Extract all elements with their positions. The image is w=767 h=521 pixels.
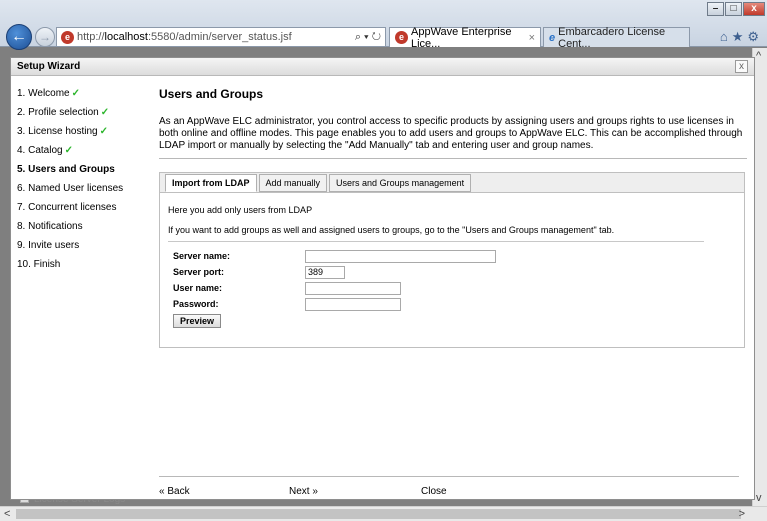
next-link[interactable]: Next » <box>289 486 318 497</box>
maximize-button[interactable]: □ <box>725 2 742 16</box>
wizard-step[interactable]: 8. Notifications <box>17 217 147 236</box>
back-link[interactable]: « Back <box>159 486 190 497</box>
check-icon: ✓ <box>64 145 73 156</box>
footer-divider <box>159 476 739 477</box>
server-port-row: Server port: 389 <box>173 264 736 280</box>
scroll-left-icon[interactable]: < <box>4 508 10 520</box>
check-icon: ✓ <box>99 126 109 137</box>
dialog-titlebar: Setup Wizard x <box>11 58 754 76</box>
scroll-down-icon[interactable]: v <box>756 492 762 504</box>
tab-label: AppWave Enterprise Lice... <box>411 25 512 50</box>
tab-label: Embarcadero License Cent... <box>558 25 666 50</box>
step-label: 5. Users and Groups <box>17 164 115 175</box>
browser-chrome: – □ x ← → e http://localhost:5580/admin/… <box>0 0 767 50</box>
wizard-step[interactable]: 1. Welcome ✓ <box>17 84 147 103</box>
tab-add-manually[interactable]: Add manually <box>258 174 328 192</box>
ldap-tip: Here you add only users from LDAP <box>168 205 313 215</box>
check-icon: ✓ <box>71 88 81 99</box>
url-path: :5580/admin/server_status.jsf <box>147 31 292 43</box>
site-icon: e <box>61 30 74 44</box>
step-label: 9. Invite users <box>17 240 80 251</box>
step-label: 7. Concurrent licenses <box>17 202 117 213</box>
address-tools[interactable]: ⌕ ▾ ↻ <box>355 31 381 44</box>
user-name-input[interactable] <box>305 281 401 295</box>
close-link[interactable]: Close <box>421 486 447 497</box>
server-port-label: Server port: <box>173 267 225 277</box>
tabs-panel: Import from LDAP Add manually Users and … <box>159 172 745 348</box>
page-title: Users and Groups <box>159 87 264 101</box>
user-name-row: User name: <box>173 280 736 296</box>
password-input[interactable] <box>305 297 401 311</box>
wizard-step[interactable]: 3. License hosting ✓ <box>17 122 147 141</box>
groups-tip: If you want to add groups as well and as… <box>168 225 615 235</box>
window-close-button[interactable]: x <box>743 2 765 16</box>
password-row: Password: <box>173 296 736 312</box>
url-prefix: http:// <box>77 31 105 43</box>
step-label: 1. Welcome <box>17 88 70 99</box>
toolbar-icons: ⌂★⚙ <box>720 29 763 45</box>
tab-users-and-groups-management[interactable]: Users and Groups management <box>329 174 472 192</box>
dialog-title: Setup Wizard <box>17 61 81 72</box>
main-content: Users and Groups As an AppWave ELC admin… <box>159 84 749 159</box>
window-controls: – □ x <box>707 2 765 16</box>
check-icon: ✓ <box>100 107 110 118</box>
minimize-button[interactable]: – <box>707 2 724 16</box>
scroll-up-icon[interactable]: ^ <box>756 50 761 62</box>
step-label: 6. Named User licenses <box>17 183 124 194</box>
site-icon: e <box>395 31 408 44</box>
browser-tab-appwave[interactable]: e AppWave Enterprise Lice... × <box>389 25 541 50</box>
forward-arrow-icon[interactable]: → <box>35 27 55 47</box>
ldap-tab-body: Here you add only users from LDAP If you… <box>160 193 744 340</box>
user-name-label: User name: <box>173 283 223 293</box>
scroll-right-icon[interactable]: > <box>739 508 745 520</box>
server-name-input[interactable] <box>305 249 496 263</box>
wizard-step[interactable]: 2. Profile selection ✓ <box>17 103 147 122</box>
wizard-step[interactable]: 6. Named User licenses <box>17 179 147 198</box>
horizontal-scrollbar[interactable]: < > <box>0 506 767 521</box>
wizard-step[interactable]: 10. Finish <box>17 255 147 274</box>
server-name-label: Server name: <box>173 251 231 261</box>
setup-wizard-dialog: Setup Wizard x 1. Welcome ✓ 2. Profile se… <box>10 57 755 500</box>
wizard-step[interactable]: 7. Concurrent licenses <box>17 198 147 217</box>
step-label: 4. Catalog <box>17 145 63 156</box>
home-icon[interactable]: ⌂ <box>720 29 732 44</box>
step-label: 8. Notifications <box>17 221 83 232</box>
wizard-step[interactable]: 9. Invite users <box>17 236 147 255</box>
password-label: Password: <box>173 299 219 309</box>
gear-icon[interactable]: ⚙ <box>747 29 763 44</box>
wizard-step[interactable]: 4. Catalog ✓ <box>17 141 147 160</box>
dialog-close-button[interactable]: x <box>735 60 748 73</box>
step-label: 3. License hosting <box>17 126 98 137</box>
tab-bar: Import from LDAP Add manually Users and … <box>160 173 744 193</box>
wizard-step-current[interactable]: 5. Users and Groups <box>17 160 147 179</box>
server-name-row: Server name: <box>173 248 736 264</box>
divider <box>168 241 704 242</box>
divider <box>159 158 747 159</box>
preview-button[interactable]: Preview <box>173 314 222 328</box>
step-label: 2. Profile selection <box>17 107 99 118</box>
server-port-input[interactable]: 389 <box>305 265 345 279</box>
intro-text: As an AppWave ELC administrator, you con… <box>159 116 743 151</box>
back-arrow-icon[interactable]: ← <box>6 24 32 50</box>
scroll-thumb[interactable] <box>16 509 741 519</box>
star-icon[interactable]: ★ <box>732 29 748 44</box>
ie-logo-icon: e <box>549 31 556 44</box>
step-label: 10. Finish <box>17 259 61 270</box>
address-bar[interactable]: e http://localhost:5580/admin/server_sta… <box>56 27 386 47</box>
url-host: localhost <box>104 31 148 43</box>
close-tab-icon[interactable]: × <box>529 32 535 44</box>
tab-import-from-ldap[interactable]: Import from LDAP <box>165 174 257 192</box>
browser-tab-embarcadero[interactable]: e Embarcadero License Cent... <box>543 25 690 50</box>
wizard-steps: 1. Welcome ✓ 2. Profile selection ✓ 3. Lic… <box>17 84 147 274</box>
wizard-footer: « Back Next » Close <box>159 486 739 500</box>
